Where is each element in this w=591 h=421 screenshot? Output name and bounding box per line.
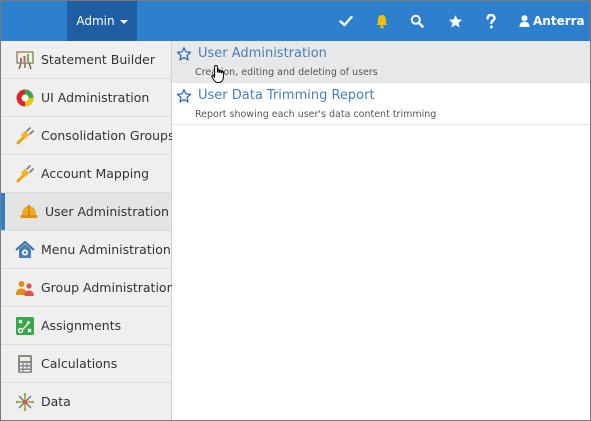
sidebar-item-assignments[interactable]: Assignments [1, 307, 171, 345]
sidebar-item-ui-administration[interactable]: UI Administration [1, 79, 171, 117]
sidebar-item-user-administration[interactable]: User Administration [1, 193, 171, 231]
plug-icon [15, 126, 35, 146]
data-sparkle-icon [15, 392, 35, 412]
search-icon[interactable] [407, 11, 427, 31]
admin-menu-button[interactable]: Admin [67, 1, 137, 41]
hardhat-icon [19, 202, 39, 222]
plug-icon [15, 164, 35, 184]
top-nav-bar: Admin Anterra U [1, 1, 590, 41]
sidebar-item-statement-builder[interactable]: Statement Builder [1, 41, 171, 79]
sidebar-item-label: Group Administration [41, 280, 175, 295]
check-icon[interactable] [336, 11, 356, 31]
sidebar: Statement Builder UI Administration Cons… [1, 41, 175, 420]
sidebar-item-label: Statement Builder [41, 52, 155, 67]
easel-chart-icon [15, 50, 35, 70]
house-gear-icon [15, 240, 35, 260]
admin-menu-label: Admin [76, 14, 115, 28]
sidebar-item-group-administration[interactable]: Group Administration [1, 269, 175, 307]
report-item-user-data-trimming-report[interactable]: User Data Trimming Report Report showing… [172, 83, 590, 125]
sidebar-item-label: Consolidation Groups [41, 128, 175, 143]
help-icon[interactable] [481, 11, 501, 31]
report-title[interactable]: User Data Trimming Report [198, 88, 375, 103]
sidebar-item-label: Calculations [41, 356, 118, 371]
report-description: Creation, editing and deleting of users [195, 67, 378, 78]
sidebar-item-label: User Administration [45, 204, 169, 219]
sidebar-item-menu-administration[interactable]: Menu Administration [1, 231, 171, 269]
bell-icon[interactable] [372, 11, 392, 31]
ui-palette-icon [15, 88, 35, 108]
sidebar-item-label: Data [41, 394, 71, 409]
sidebar-item-calculations[interactable]: Calculations [1, 345, 171, 383]
sidebar-item-label: Assignments [41, 318, 122, 333]
sidebar-item-data[interactable]: Data [1, 383, 171, 420]
caret-down-icon [119, 20, 128, 24]
users-group-icon [15, 278, 35, 298]
star-icon[interactable] [445, 11, 465, 31]
sidebar-item-account-mapping[interactable]: Account Mapping [1, 155, 171, 193]
sidebar-item-consolidation-groups[interactable]: Consolidation Groups [1, 117, 175, 155]
sidebar-item-label: UI Administration [41, 90, 150, 105]
report-list: User Administration Creation, editing an… [172, 41, 590, 420]
sidebar-item-label: Menu Administration [41, 242, 171, 257]
user-icon [519, 15, 530, 27]
report-description: Report showing each user's data content … [195, 109, 437, 120]
app-window: Admin Anterra U Statement Builder [0, 0, 591, 421]
sidebar-item-label: Account Mapping [41, 166, 150, 181]
report-item-user-administration[interactable]: User Administration Creation, editing an… [172, 41, 590, 83]
user-menu-button[interactable]: Anterra U [519, 1, 590, 41]
report-title[interactable]: User Administration [198, 46, 327, 61]
calculator-icon [15, 354, 35, 374]
tactics-board-icon [15, 316, 35, 336]
favorite-star-icon[interactable] [176, 46, 192, 62]
favorite-star-icon[interactable] [176, 88, 192, 104]
user-name: Anterra U [533, 14, 590, 28]
